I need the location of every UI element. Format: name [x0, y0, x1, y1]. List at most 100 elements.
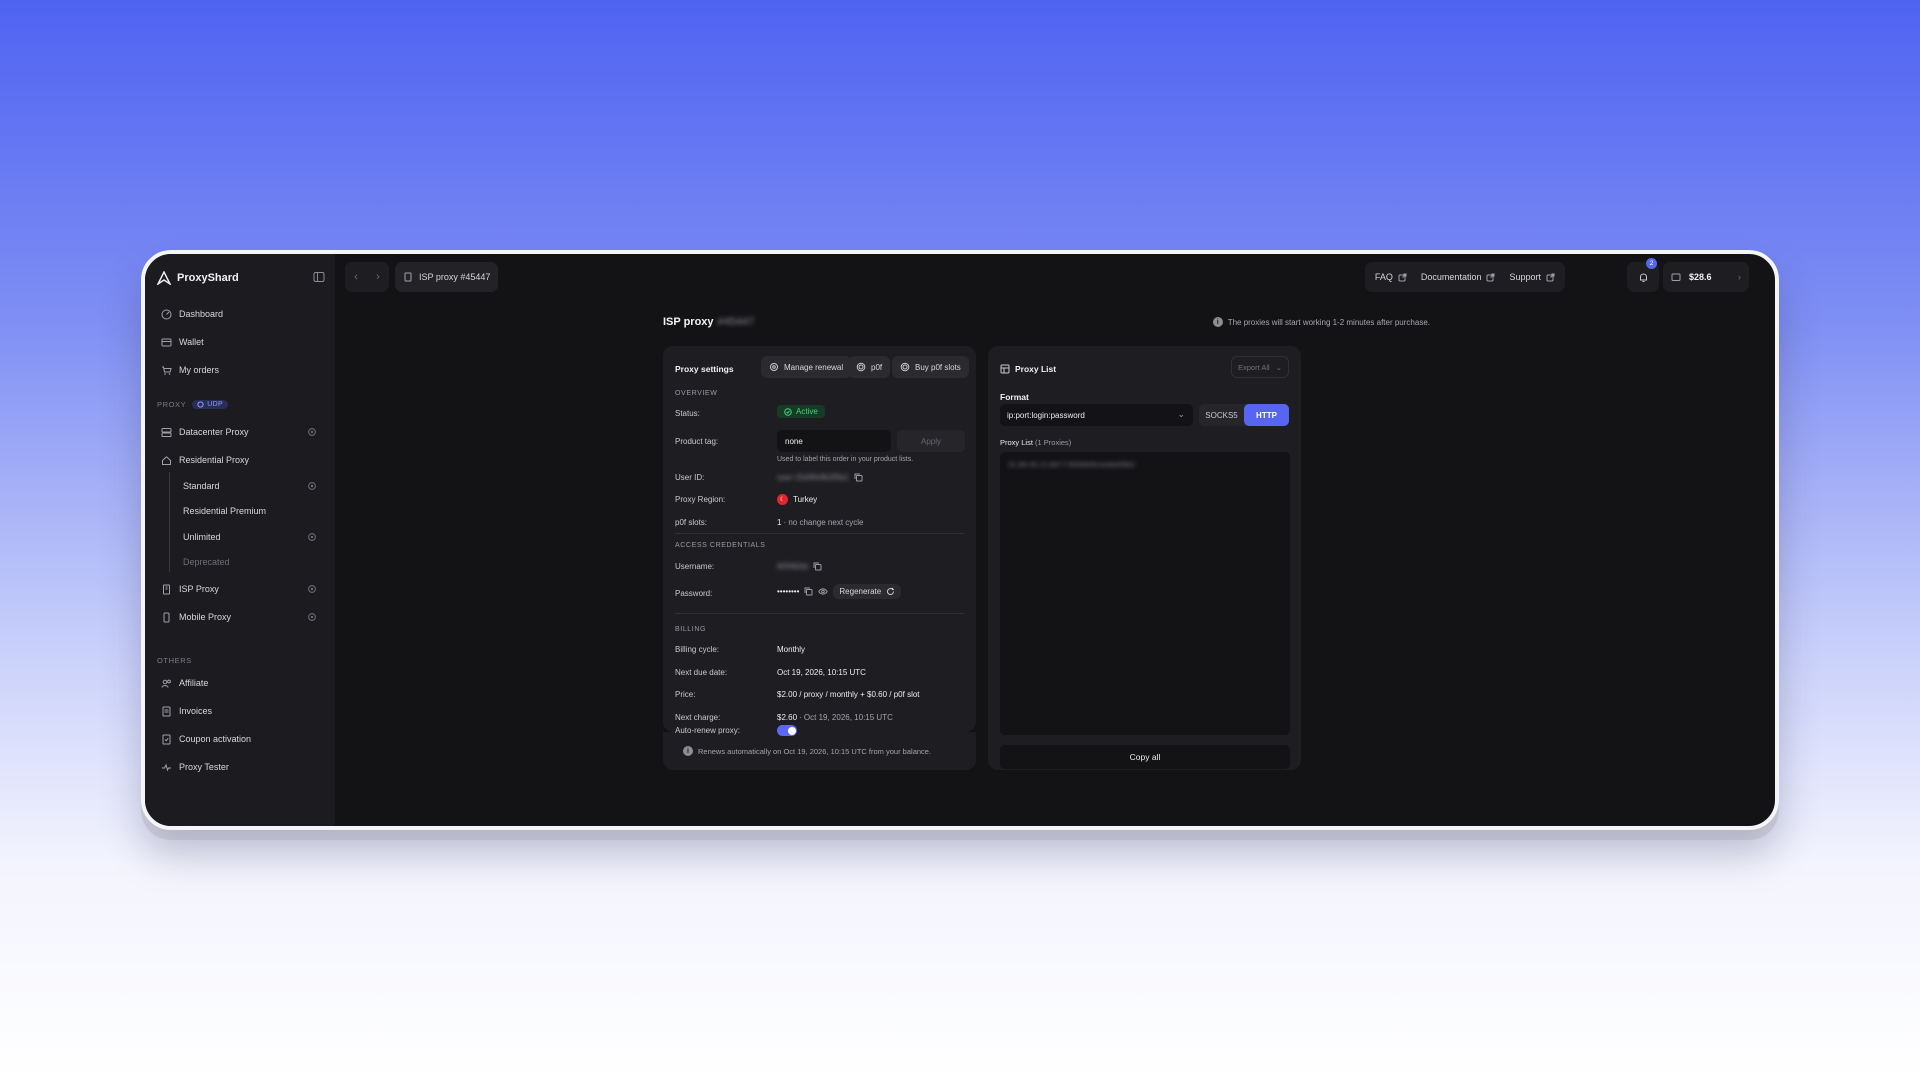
top-links: FAQ Documentation Support [1364, 262, 1565, 292]
fingerprint-icon [900, 362, 910, 372]
logo-icon [157, 271, 171, 285]
sidebar-item-residential-proxy[interactable]: Residential Proxy [155, 449, 325, 471]
fingerprint-icon [856, 362, 866, 372]
gear-icon[interactable] [307, 532, 317, 542]
access-credentials-title: ACCESS CREDENTIALS [675, 542, 766, 549]
auto-renew-toggle[interactable] [777, 725, 797, 736]
sidebar-item-dashboard[interactable]: Dashboard [155, 303, 325, 325]
sidebar-item-invoices[interactable]: Invoices [155, 700, 325, 722]
gear-icon[interactable] [307, 584, 317, 594]
sidebar: ProxyShard Dashboard Wallet My orders PR… [145, 254, 335, 826]
format-label: Format [1000, 392, 1029, 402]
server-icon [161, 427, 172, 437]
check-circle-icon [784, 407, 792, 416]
invoice-icon [162, 706, 171, 716]
back-arrow-icon[interactable]: ‹ [354, 271, 358, 283]
notifications-button[interactable]: 2 [1627, 258, 1659, 292]
copy-icon[interactable] [813, 562, 822, 571]
tab-label: ISP proxy #45447 [419, 272, 491, 282]
proxy-list-textarea[interactable]: 31.88.45.21:8977:8f3f4b5b:b4de6f9b2 [1000, 452, 1290, 735]
balance-button[interactable]: $28.6 › [1663, 262, 1749, 292]
bell-icon [1639, 272, 1647, 282]
protocol-http[interactable]: HTTP [1244, 404, 1289, 426]
button-label: Regenerate [839, 587, 882, 596]
sidebar-item-affiliate[interactable]: Affiliate [155, 672, 325, 694]
sidebar-item-label: Deprecated [183, 557, 230, 567]
copy-icon[interactable] [854, 473, 863, 482]
faq-link[interactable]: FAQ [1375, 272, 1407, 282]
product-tag-input[interactable]: none [777, 430, 891, 452]
buy-p0f-slots-button[interactable]: Buy p0f slots [892, 356, 969, 378]
region-label: Proxy Region: [675, 495, 726, 504]
sidebar-item-label: ISP Proxy [179, 584, 219, 594]
sidebar-item-isp-proxy[interactable]: ISP Proxy [155, 578, 325, 600]
p0f-button[interactable]: p0f [848, 356, 891, 378]
sidebar-item-datacenter-proxy[interactable]: Datacenter Proxy [155, 421, 325, 443]
sidebar-item-label: Residential Premium [183, 506, 267, 516]
sidebar-item-deprecated[interactable]: Deprecated [155, 551, 325, 573]
link-label: FAQ [1374, 272, 1393, 282]
sidebar-item-residential-premium[interactable]: Residential Premium [155, 500, 325, 522]
status-value: Active [777, 405, 825, 418]
notification-count-badge: 2 [1646, 258, 1657, 269]
sidebar-item-wallet[interactable]: Wallet [155, 331, 325, 353]
next-charge-note: · Oct 19, 2026, 10:15 UTC [799, 713, 893, 722]
proxy-list-label: Proxy List (1 Proxies) [1000, 438, 1071, 447]
gear-icon[interactable] [307, 427, 317, 437]
protocol-socks5[interactable]: SOCKS5 [1199, 404, 1244, 426]
current-tab[interactable]: ISP proxy #45447 [395, 262, 499, 292]
link-label: Support [1509, 272, 1541, 282]
copy-icon[interactable] [804, 587, 813, 596]
auto-renew-label: Auto-renew proxy: [675, 726, 740, 735]
p0f-slots-note: · no change next cycle [783, 518, 864, 527]
panel-title: Proxy settings [675, 364, 734, 374]
proxy-list-panel: Proxy List Export All ⌄ Format ip:port:l… [988, 346, 1301, 770]
forward-arrow-icon[interactable]: › [376, 271, 380, 283]
list-label-text: Proxy List [1000, 438, 1033, 447]
regenerate-button[interactable]: Regenerate [833, 584, 902, 599]
refresh-icon [887, 587, 895, 595]
next-charge-label: Next charge: [675, 713, 721, 722]
info-note: i The proxies will start working 1-2 min… [1212, 317, 1430, 327]
sidebar-toggle-icon[interactable] [313, 271, 325, 283]
apply-button[interactable]: Apply [897, 430, 965, 452]
renew-note: i Renews automatically on Oct 19, 2026, … [683, 746, 931, 756]
top-bar: ‹ › ISP proxy #45447 FAQ Documentation S… [335, 254, 1775, 300]
gear-icon[interactable] [307, 481, 317, 491]
info-icon: i [1212, 317, 1223, 327]
sidebar-item-unlimited[interactable]: Unlimited [155, 526, 325, 548]
manage-renewal-button[interactable]: Manage renewal [761, 356, 852, 378]
coupon-icon [162, 734, 171, 744]
sidebar-item-proxy-tester[interactable]: Proxy Tester [155, 756, 325, 778]
price-label: Price: [675, 690, 696, 699]
history-nav: ‹ › [345, 262, 389, 292]
price-value: $2.00 / proxy / monthly + $0.60 / p0f sl… [777, 690, 920, 699]
button-label: Export All [1238, 362, 1270, 372]
info-icon: i [683, 746, 693, 756]
export-all-button[interactable]: Export All ⌄ [1231, 356, 1289, 378]
sidebar-item-mobile-proxy[interactable]: Mobile Proxy [155, 606, 325, 628]
eye-icon[interactable] [818, 587, 829, 596]
section-title: PROXY [157, 400, 187, 409]
proxy-entry: 31.88.45.21:8977:8f3f4b5b:b4de6f9b2 [1008, 460, 1136, 469]
region-text: Turkey [793, 495, 818, 504]
udp-badge-label: UDP [207, 401, 223, 408]
billing-cycle-label: Billing cycle: [675, 645, 720, 654]
documentation-link[interactable]: Documentation [1421, 272, 1496, 282]
next-due-value: Oct 19, 2026, 10:15 UTC [777, 668, 866, 677]
support-link[interactable]: Support [1509, 272, 1555, 282]
proxy-settings-panel-footer: Auto-renew proxy: i Renews automatically… [663, 725, 976, 770]
sidebar-item-my-orders[interactable]: My orders [155, 359, 325, 381]
gear-icon[interactable] [307, 612, 317, 622]
format-value: ip:port:login:password [1007, 411, 1085, 420]
sidebar-item-coupon-activation[interactable]: Coupon activation [155, 728, 325, 750]
next-charge-amount: $2.60 [777, 713, 798, 722]
username-value: 8f3f4b5b [777, 562, 822, 571]
building-icon [163, 584, 170, 594]
cart-icon [162, 366, 172, 375]
sidebar-item-standard[interactable]: Standard [155, 475, 325, 497]
format-select[interactable]: ip:port:login:password ⌄ [1000, 404, 1193, 426]
brand[interactable]: ProxyShard [157, 268, 239, 288]
copy-all-button[interactable]: Copy all [1000, 745, 1290, 769]
protocol-switch: SOCKS5 HTTP [1199, 404, 1289, 426]
